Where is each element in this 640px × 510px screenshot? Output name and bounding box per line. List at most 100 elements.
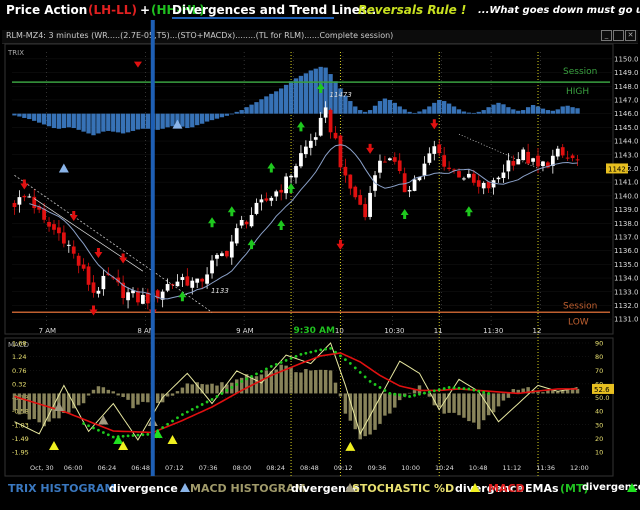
macd-hist-bar — [81, 393, 86, 404]
candle-body — [136, 291, 140, 303]
macd-hist-bar — [506, 393, 511, 398]
macd-hist-bar — [170, 393, 175, 396]
trix-bar — [190, 113, 195, 128]
trix-bar — [417, 111, 422, 114]
candle-body — [383, 161, 387, 163]
candle-body — [229, 241, 234, 258]
macd-line-dot — [264, 367, 268, 371]
price-x-label: 11:30 — [483, 327, 503, 335]
macd-hist-bar — [205, 384, 209, 394]
macd-hist-bar — [373, 393, 377, 430]
macd-line-dot — [472, 388, 476, 392]
macd-hist-bar — [407, 392, 412, 394]
price-tick-label: 1143.0 — [614, 151, 639, 159]
macd-line-dot — [185, 410, 189, 414]
macd-hist-bar — [111, 391, 115, 394]
macd-line-dot — [121, 434, 125, 438]
price-tick-label: 1140.0 — [614, 192, 639, 200]
macd-hist-bar — [304, 369, 308, 394]
macd-x-label: 08:24 — [266, 464, 285, 472]
candle-body — [353, 186, 358, 198]
stoch-tick-label: 90 — [595, 340, 603, 348]
trix-bar — [540, 108, 546, 114]
candle-body — [234, 228, 239, 244]
macd-line-dot — [136, 433, 140, 437]
candle-body — [531, 158, 535, 162]
macd-line-dot — [467, 387, 471, 391]
macd-hist-bar — [106, 389, 111, 394]
macd-hist-bar — [472, 393, 476, 423]
trix-bar — [496, 102, 501, 114]
stoch-tick-label: 10 — [595, 449, 603, 457]
trix-bar — [160, 113, 165, 129]
macd-line-dot — [487, 392, 491, 395]
trix-bar — [412, 112, 417, 114]
macd-hist-bar — [477, 393, 481, 430]
trix-bar — [165, 113, 170, 128]
trix-bar — [402, 109, 407, 114]
macd-line-dot — [324, 347, 328, 351]
price-tick-label: 1147.0 — [614, 96, 639, 104]
macd-x-label: 09:12 — [334, 464, 353, 472]
macd-x-label: 10:48 — [469, 464, 488, 472]
trix-bar — [283, 84, 289, 114]
macd-line-dot — [334, 350, 337, 354]
trix-bar — [392, 102, 397, 114]
macd-line-dot — [274, 363, 278, 366]
macd-line-dot — [141, 433, 145, 437]
trix-bar — [254, 102, 259, 114]
candle-body — [333, 132, 338, 139]
trix-bar — [471, 112, 476, 114]
trix-bar — [130, 113, 136, 131]
macd-hist-bar — [37, 393, 41, 423]
candle-body — [61, 232, 66, 244]
candle-body — [555, 148, 560, 157]
candle-body — [86, 266, 91, 285]
price-tick-label: 1150.0 — [614, 55, 639, 63]
trix-bar — [427, 106, 432, 114]
macd-hist-bar — [190, 384, 195, 394]
macd-x-label: 10:00 — [401, 464, 420, 472]
trix-bar — [530, 105, 536, 114]
macd-hist-bar — [309, 370, 313, 394]
macd-line-dot — [383, 389, 387, 392]
macd-line-dot — [97, 428, 100, 432]
price-x-label: 12 — [532, 327, 541, 335]
trix-bar — [501, 104, 506, 114]
macd-hist-bar — [501, 393, 506, 401]
price-x-label: 10:30 — [384, 327, 404, 335]
trix-bar — [66, 113, 71, 128]
macd-hist-bar — [264, 370, 269, 394]
macd-hist-bar — [96, 386, 101, 394]
trix-bar — [397, 106, 402, 114]
macd-x-label: 08:48 — [300, 464, 319, 472]
trix-bar — [560, 106, 565, 114]
trix-bar — [120, 113, 126, 134]
macd-hist-bar — [467, 393, 471, 422]
macd-x-label: Oct, 30 — [30, 464, 54, 472]
price-x-label: 10 — [335, 327, 344, 335]
candle-body — [289, 175, 293, 178]
trix-bar — [437, 99, 442, 114]
candle-body — [521, 149, 526, 161]
macd-hist-bar — [91, 389, 96, 394]
macd-x-label: 07:12 — [165, 464, 184, 472]
trix-bar — [12, 113, 17, 116]
trix-bar — [269, 93, 274, 114]
macd-hist-bar — [452, 393, 456, 413]
macd-line-dot — [195, 405, 199, 409]
price-tick-label: 1136.0 — [614, 247, 639, 255]
macd-line-dot — [447, 386, 451, 389]
candle-body — [224, 250, 229, 257]
trix-bar — [288, 81, 294, 114]
macd-line-dot — [319, 348, 323, 352]
macd-hist-bar — [560, 391, 565, 394]
candle-body — [244, 221, 249, 225]
macd-hist-bar — [388, 393, 392, 414]
trix-bar — [229, 113, 234, 115]
session-low-label: LOW — [568, 317, 589, 327]
macd-hist-bar — [556, 391, 560, 394]
trix-bar — [362, 111, 368, 114]
macd-line-dot — [442, 387, 446, 390]
macd-line-dot — [408, 395, 411, 398]
